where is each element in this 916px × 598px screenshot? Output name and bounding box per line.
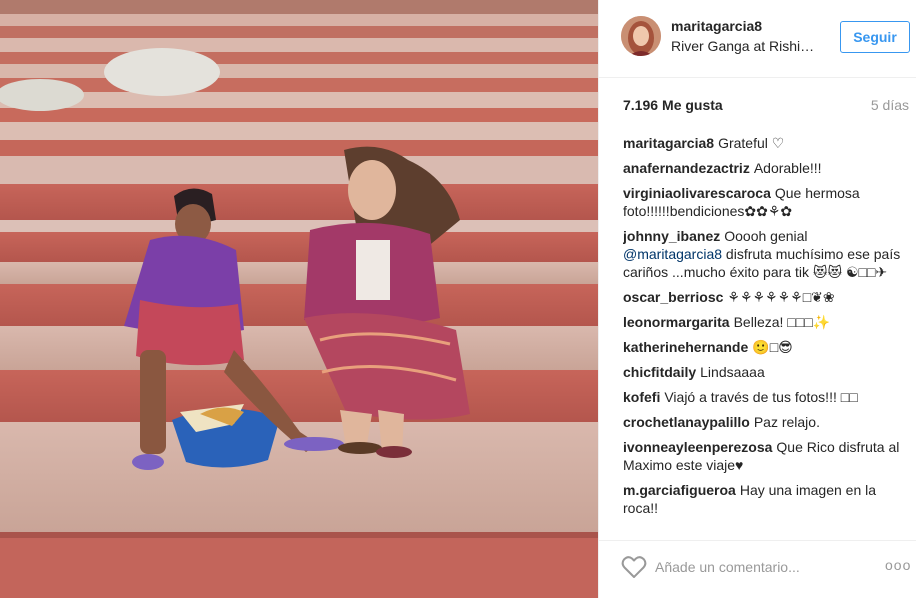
comment-username[interactable]: crochetlanaypalillo	[623, 414, 750, 430]
comment-username[interactable]: oscar_berriosc	[623, 289, 723, 305]
comment-username[interactable]: kofefi	[623, 389, 660, 405]
avatar[interactable]	[621, 16, 661, 56]
comment-item: virginiaolivarescaroca Que hermosa foto!!…	[623, 184, 907, 220]
comment-text: 🙂□😎	[752, 339, 793, 355]
comment-text: Adorable!!!	[753, 160, 822, 176]
comment-username[interactable]: ivonneayleenperezosa	[623, 439, 772, 455]
comment-username[interactable]: m.garciafigueroa	[623, 482, 736, 498]
comment-text: Paz relajo.	[753, 414, 820, 430]
comment-username[interactable]: anafernandezactriz	[623, 160, 750, 176]
comment-item: oscar_berriosc ⚘⚘⚘⚘⚘⚘□❦❀	[623, 288, 907, 306]
rock	[104, 48, 220, 96]
post-age: 5 días	[870, 97, 909, 113]
follow-button[interactable]: Seguir	[840, 21, 910, 53]
comment-username[interactable]: chicfitdaily	[623, 364, 696, 380]
likes-number: 7.196	[623, 97, 659, 113]
more-options-icon[interactable]: ooo	[885, 557, 911, 577]
background-steps	[0, 0, 598, 598]
comment-username[interactable]: leonormargarita	[623, 314, 730, 330]
post-author-username[interactable]: maritagarcia8	[671, 18, 762, 34]
post-sidebar: maritagarcia8 River Ganga at Rishikesh S…	[598, 0, 916, 598]
comment-item: leonormargarita Belleza! □□□✨	[623, 313, 907, 331]
rock	[0, 79, 84, 111]
comments-list: maritagarcia8 Grateful ♡ anafernandezactr…	[623, 134, 907, 530]
comment-mention[interactable]: @maritagarcia8	[623, 246, 722, 262]
heart-icon[interactable]	[621, 555, 647, 579]
comment-item: maritagarcia8 Grateful ♡	[623, 134, 907, 152]
comment-username[interactable]: johnny_ibanez	[623, 228, 720, 244]
comment-username[interactable]: virginiaolivarescaroca	[623, 185, 771, 201]
avatar-image	[621, 16, 661, 56]
comment-item: kofefi Viajó a través de tus fotos!!! □□	[623, 388, 907, 406]
add-comment-input[interactable]	[655, 555, 865, 579]
post-photo[interactable]	[0, 0, 598, 598]
post-location[interactable]: River Ganga at Rishikesh	[671, 38, 821, 54]
likes-count[interactable]: 7.196 Me gusta	[623, 97, 723, 113]
likes-label: Me gusta	[662, 97, 723, 113]
photo-illustration	[0, 0, 598, 598]
comment-item: johnny_ibanez Ooooh genial @maritagarcia8…	[623, 227, 907, 281]
comment-item: chicfitdaily Lindsaaaa	[623, 363, 907, 381]
comment-text: ⚘⚘⚘⚘⚘⚘□❦❀	[727, 289, 835, 305]
comment-text: Belleza! □□□✨	[733, 314, 831, 330]
comment-text: Viajó a través de tus fotos!!! □□	[664, 389, 858, 405]
comment-item: crochetlanaypalillo Paz relajo.	[623, 413, 907, 431]
comment-item: katherinehernande 🙂□😎	[623, 338, 907, 356]
comment-text: Grateful ♡	[718, 135, 785, 151]
comment-text: Ooooh genial	[724, 228, 808, 244]
comment-item: ivonneayleenperezosa Que Rico disfruta al…	[623, 438, 907, 474]
post-footer: ooo	[599, 540, 916, 598]
comment-username[interactable]: katherinehernande	[623, 339, 748, 355]
post-header: maritagarcia8 River Ganga at Rishikesh S…	[599, 0, 916, 78]
comment-item: m.garciafigueroa Hay una imagen en la roc…	[623, 481, 907, 517]
comment-item: anafernandezactriz Adorable!!!	[623, 159, 907, 177]
comment-username[interactable]: maritagarcia8	[623, 135, 714, 151]
comment-text: Lindsaaaa	[700, 364, 765, 380]
